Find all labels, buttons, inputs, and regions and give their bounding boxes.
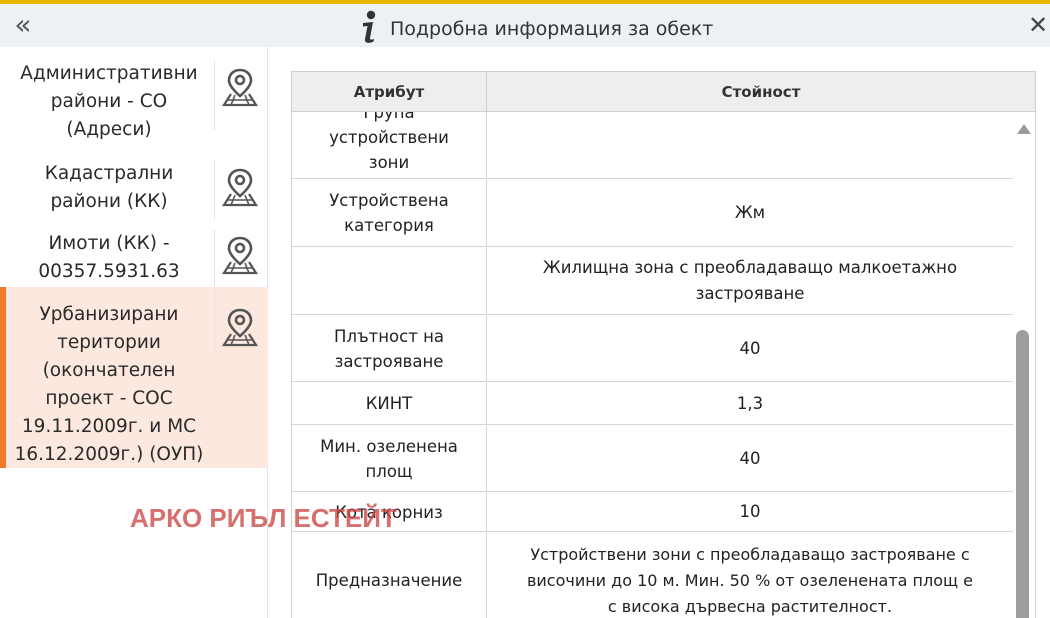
cell-value: 40 [739,448,761,468]
panel-title: Подробна информация за обект [390,18,714,40]
map-pin-icon[interactable] [221,235,259,275]
cell-attribute: Плътност на застрояване [292,316,487,381]
table-row: Мин. озеленена площ 40 [292,426,1013,492]
layer-item-label: Административни райони - СО (Адреси) [20,63,198,140]
layer-separator [214,160,215,220]
layer-item-cadastral-districts[interactable]: Кадастрални райони (КК) [0,160,268,220]
panel-header: « Подробна информация за обект ✕ [0,4,1050,47]
cell-value [487,112,1013,178]
cell-attribute: КИНТ [292,383,487,424]
vertical-scrollbar[interactable] [1013,112,1035,618]
cell-value: 40 [739,338,761,358]
layer-item-administrative-districts[interactable]: Административни райони - СО (Адреси) [0,60,268,150]
table-row: КИНТ 1,3 [292,383,1013,425]
column-header-value: Стойност [721,83,801,101]
table-row: Жилищна зона с преобладаващо малкоетажно… [292,248,1013,315]
table-row: Устройствена категория Жм [292,180,1013,247]
table-row: Кота корниз 10 [292,493,1013,532]
table-row: Група устройствени зони [292,112,1013,179]
cell-attribute [292,248,487,314]
table-body[interactable]: Група устройствени зони Устройствена кат… [292,112,1013,618]
map-pin-icon[interactable] [221,307,259,347]
cell-attribute: Група устройствени зони [292,112,487,178]
layer-separator [214,60,215,130]
info-icon [363,10,376,43]
layer-separator [214,230,215,286]
double-chevron-left-icon[interactable]: « [8,11,38,40]
table-header: Атрибут Стойност [292,72,1035,112]
cell-attribute: Мин. озеленена площ [292,426,487,491]
close-icon[interactable]: ✕ [1026,10,1050,40]
layer-item-properties[interactable]: Имоти (КК) - 00357.5931.63 [0,230,268,286]
cell-value: 1,3 [736,393,764,413]
layer-item-label: Кадастрални райони (КК) [44,163,174,212]
layer-item-label: Имоти (КК) - 00357.5931.63 [38,233,180,282]
column-header-attribute: Атрибут [292,72,487,112]
layer-list: Административни райони - СО (Адреси) Кад… [0,47,268,618]
layer-separator [214,287,215,353]
cell-value: Жилищна зона с преобладаващо малкоетажно… [542,258,958,303]
cell-attribute: Кота корниз [292,493,487,531]
attribute-table: Атрибут Стойност Група устройствени зони… [291,71,1036,618]
scrollbar-thumb[interactable] [1016,330,1029,618]
map-pin-icon[interactable] [221,167,259,207]
map-pin-icon[interactable] [221,67,259,107]
cell-attribute: Устройствена категория [292,180,487,246]
table-row: Предназначение Устройствени зони с преоб… [292,533,1013,618]
cell-value: Жм [734,203,766,222]
cell-value: 10 [739,502,761,521]
layer-item-label: Урбанизирани територии (окончателен прое… [14,304,204,465]
scroll-up-arrow-icon[interactable] [1017,124,1031,134]
layer-item-urbanized-territories[interactable]: Урбанизирани територии (окончателен прое… [0,287,268,468]
cell-attribute: Предназначение [292,533,487,618]
table-row: Плътност на застрояване 40 [292,316,1013,382]
cell-value: Устройствени зони с преобладаващо застро… [526,544,974,616]
